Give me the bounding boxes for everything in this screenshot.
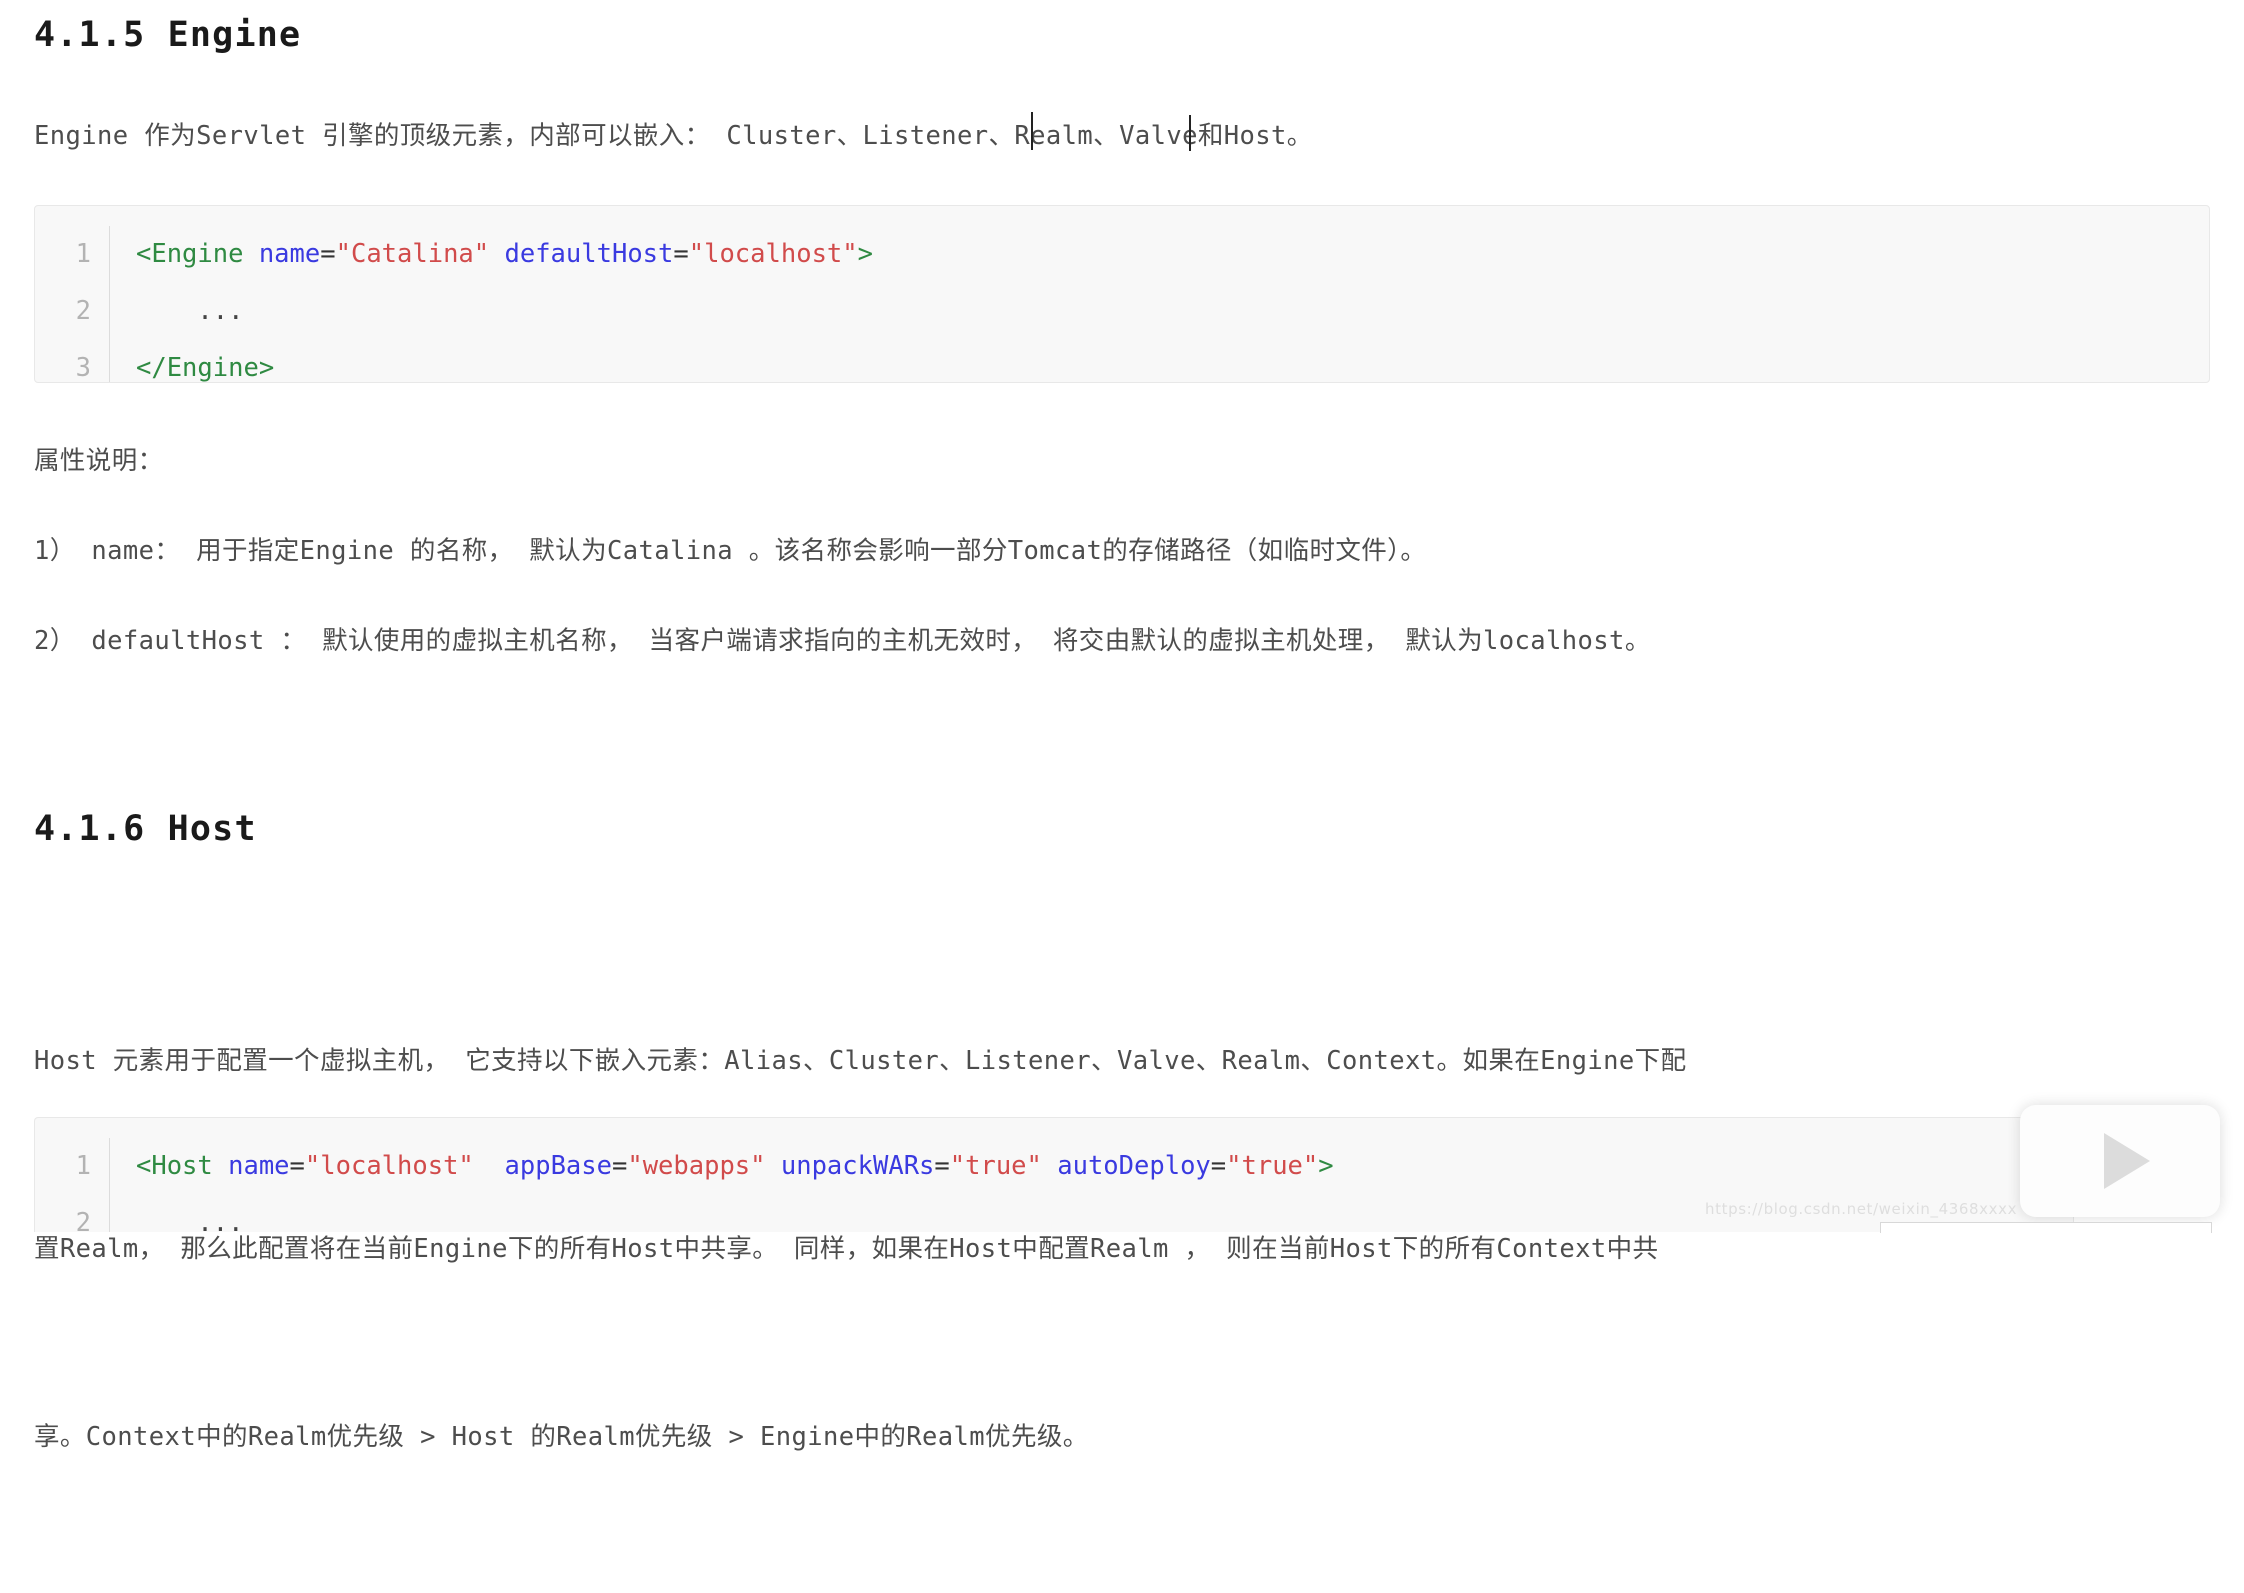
- code-line: 3 </Engine>: [35, 340, 2209, 383]
- code-line-number: 1: [75, 239, 91, 269]
- code-token-eq: =: [320, 239, 336, 269]
- code-token-tag: </Engine>: [136, 353, 275, 383]
- heading-4-1-5-engine: 4.1.5 Engine: [34, 15, 302, 55]
- play-triangle-icon[interactable]: [2104, 1133, 2150, 1189]
- code-block-engine-lines: 1 <Engine name="Catalina" defaultHost="lo…: [35, 206, 2209, 383]
- code-token-str: "true": [949, 1151, 1042, 1181]
- code-token-attr: defaultHost: [504, 239, 674, 269]
- code-token-tag: >: [857, 239, 873, 269]
- code-line-content: <Host name="localhost" appBase="webapps"…: [109, 1138, 2073, 1195]
- code-token-str: "localhost": [304, 1151, 474, 1181]
- code-line-number: 3: [75, 353, 91, 383]
- code-line: 1 <Engine name="Catalina" defaultHost="lo…: [35, 226, 2209, 283]
- paragraph-host-intro-line-1: Host 元素用于配置一个虚拟主机， 它支持以下嵌入元素：Alias、Clust…: [34, 1046, 1687, 1076]
- list-item-defaulthost-attribute: 2） defaultHost ： 默认使用的虚拟主机名称， 当客户端请求指向的主…: [34, 626, 1651, 656]
- text-caret-secondary: [1189, 115, 1191, 151]
- code-token-dots: ...: [136, 1208, 244, 1232]
- code-block-engine[interactable]: 1 <Engine name="Catalina" defaultHost="lo…: [34, 205, 2210, 383]
- code-line-content: </Engine>: [109, 340, 2209, 383]
- bottom-panel-edge: [1880, 1222, 2212, 1233]
- code-line-content: ...: [109, 283, 2209, 340]
- code-token-tag: >: [1318, 1151, 1334, 1181]
- code-token-eq: =: [934, 1151, 950, 1181]
- text-caret: [1031, 112, 1033, 150]
- code-line-number: 2: [75, 296, 91, 326]
- code-token-attr: autoDeploy: [1057, 1151, 1211, 1181]
- code-token-attr: unpackWARs: [780, 1151, 935, 1181]
- paragraph-engine-intro: Engine 作为Servlet 引擎的顶级元素，内部可以嵌入： Cluster…: [34, 121, 1313, 151]
- code-token-eq: =: [289, 1151, 305, 1181]
- code-line-number: 2: [75, 1208, 91, 1232]
- code-token-eq: =: [1210, 1151, 1227, 1181]
- video-player-overlay[interactable]: [2020, 1105, 2220, 1217]
- code-token-dots: ...: [136, 296, 244, 326]
- code-token-tag: <Engine: [136, 239, 259, 269]
- code-line-number: 1: [75, 1151, 91, 1181]
- code-token-attr: name: [228, 1151, 290, 1181]
- code-line: 2 ...: [35, 283, 2209, 340]
- document-page: 4.1.5 Engine Engine 作为Servlet 引擎的顶级元素，内部…: [0, 0, 2244, 1452]
- code-token-tag: <Host: [136, 1151, 229, 1181]
- label-attribute-description: 属性说明：: [34, 446, 164, 476]
- code-token-attr: name: [258, 239, 321, 269]
- code-line: 1 <Host name="localhost" appBase="webapps…: [35, 1138, 2073, 1195]
- code-token-str: "webapps": [627, 1151, 766, 1181]
- list-item-name-attribute: 1） name： 用于指定Engine 的名称， 默认为Catalina 。该名…: [34, 536, 1427, 566]
- code-token-str: "Catalina": [335, 239, 490, 269]
- code-line-content: <Engine name="Catalina" defaultHost="loc…: [109, 226, 2209, 283]
- paragraph-host-intro-line-3: 享。Context中的Realm优先级 > Host 的Realm优先级 > E…: [34, 1422, 1089, 1452]
- paragraph-host-intro: Host 元素用于配置一个虚拟主机， 它支持以下嵌入元素：Alias、Clust…: [34, 905, 2174, 1593]
- code-token-str: "true": [1226, 1151, 1319, 1181]
- code-token-eq: =: [611, 1151, 628, 1181]
- code-token-eq: =: [673, 239, 689, 269]
- code-token-str: "localhost": [688, 239, 858, 269]
- code-token-attr: appBase: [504, 1151, 612, 1181]
- url-watermark: https://blog.csdn.net/weixin_4368xxxx: [1705, 1200, 2018, 1218]
- heading-4-1-6-host: 4.1.6 Host: [34, 809, 257, 849]
